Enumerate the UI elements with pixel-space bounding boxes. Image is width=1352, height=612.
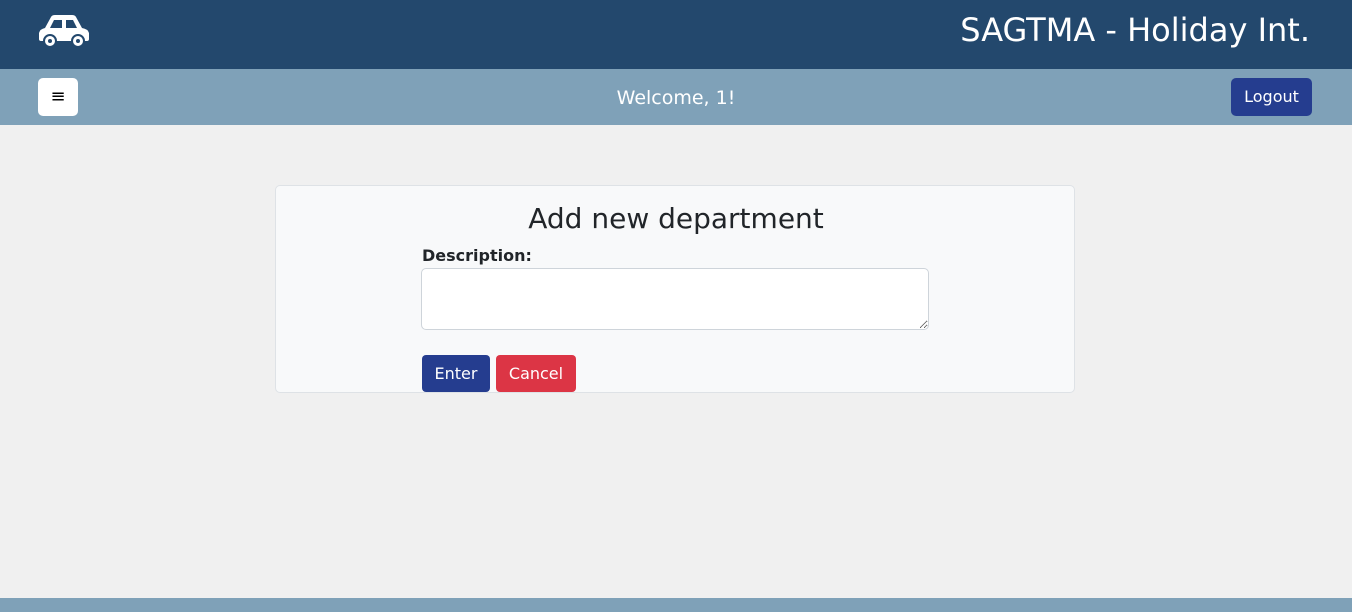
hamburger-icon: ≡: [50, 86, 66, 107]
app-title: SAGTMA - Holiday Int.: [960, 11, 1310, 49]
menu-button[interactable]: ≡: [38, 78, 78, 116]
car-icon[interactable]: [37, 12, 91, 48]
logout-button[interactable]: Logout: [1231, 78, 1312, 116]
description-input[interactable]: [421, 268, 929, 330]
form-title: Add new department: [528, 202, 824, 235]
user-bar: Welcome, 1! ≡ Logout: [0, 69, 1352, 125]
welcome-message: Welcome, 1!: [616, 87, 736, 109]
top-header: SAGTMA - Holiday Int.: [0, 0, 1352, 69]
enter-button[interactable]: Enter: [422, 355, 490, 392]
cancel-button[interactable]: Cancel: [496, 355, 576, 392]
description-label: Description:: [422, 246, 532, 265]
add-department-card: Add new department Description: Enter Ca…: [275, 185, 1075, 393]
footer-bar: [0, 598, 1352, 612]
